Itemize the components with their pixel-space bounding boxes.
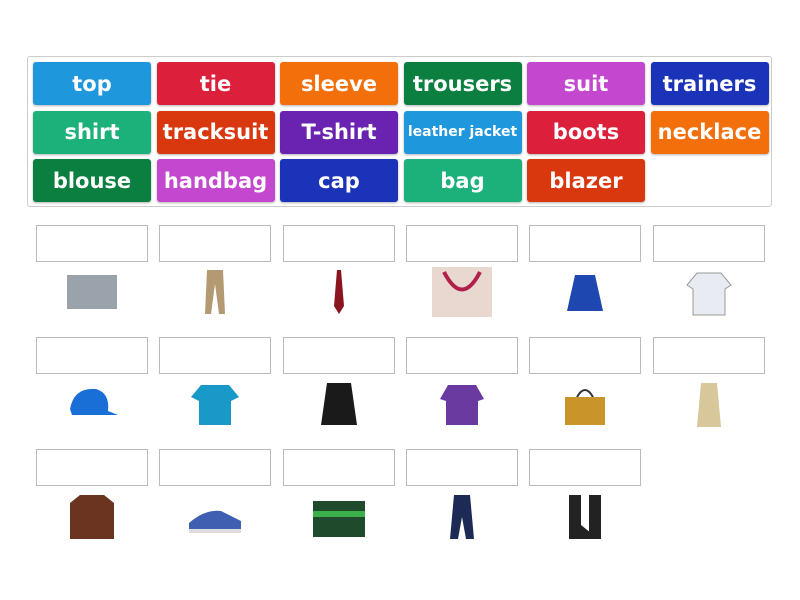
tie-picture-icon (309, 267, 369, 317)
word-tile-blazer[interactable]: blazer (527, 159, 645, 202)
suit-picture-icon (432, 491, 492, 541)
drop-slot[interactable] (529, 449, 642, 486)
word-tile-suit[interactable]: suit (527, 62, 645, 105)
word-tile-trainers[interactable]: trainers (650, 62, 769, 105)
word-tile-tie[interactable]: tie (156, 62, 275, 105)
sleeve-picture-icon (62, 267, 122, 317)
t-shirt-picture-icon (185, 379, 245, 429)
bag-picture-icon (309, 491, 369, 541)
word-tile-blouse[interactable]: blouse (33, 159, 151, 202)
word-tile-top[interactable]: top (33, 62, 151, 105)
drop-slot[interactable] (282, 449, 395, 486)
tracksuit-picture-icon (309, 379, 369, 429)
drop-slot[interactable] (405, 225, 518, 262)
word-bank: top tie sleeve trousers suit trainers shirt tra… (27, 56, 772, 207)
top-picture-icon (679, 379, 739, 429)
word-tile-shirt[interactable]: shirt (33, 110, 151, 154)
word-tile-bag[interactable]: bag (403, 159, 522, 202)
drop-slot[interactable] (652, 225, 765, 262)
leather-jacket-picture-icon (62, 491, 122, 541)
drop-slot[interactable] (159, 449, 272, 486)
drop-slot[interactable] (282, 337, 395, 374)
blouse-picture-icon (432, 379, 492, 429)
shirt-picture-icon (679, 267, 739, 317)
blazer-picture-icon (555, 267, 615, 317)
word-tile-leather-jacket[interactable]: leather jacket (403, 110, 522, 154)
trousers-picture-icon (185, 267, 245, 317)
handbag-picture-icon (555, 379, 615, 429)
word-tile-cap[interactable]: cap (280, 159, 398, 202)
drop-slot[interactable] (529, 225, 642, 262)
boots-picture-icon (555, 491, 615, 541)
trainers-picture-icon (185, 491, 245, 541)
drop-slot[interactable] (36, 449, 148, 486)
word-tile-necklace[interactable]: necklace (650, 110, 769, 154)
word-tile-tracksuit[interactable]: tracksuit (156, 110, 275, 154)
drop-slot[interactable] (405, 337, 518, 374)
word-tile-t-shirt[interactable]: T-shirt (280, 110, 398, 154)
word-tile-handbag[interactable]: handbag (156, 159, 275, 202)
drop-slot[interactable] (159, 225, 272, 262)
drop-slot[interactable] (159, 337, 272, 374)
necklace-picture-icon (431, 267, 492, 317)
word-tile-trousers[interactable]: trousers (403, 62, 522, 105)
drop-slot[interactable] (652, 337, 765, 374)
word-tile-sleeve[interactable]: sleeve (280, 62, 398, 105)
drop-slot[interactable] (529, 337, 642, 374)
drop-slot[interactable] (36, 337, 148, 374)
drop-slot[interactable] (405, 449, 518, 486)
cap-picture-icon (62, 379, 122, 429)
drop-slot[interactable] (282, 225, 395, 262)
drop-slot[interactable] (36, 225, 148, 262)
word-tile-boots[interactable]: boots (527, 110, 645, 154)
